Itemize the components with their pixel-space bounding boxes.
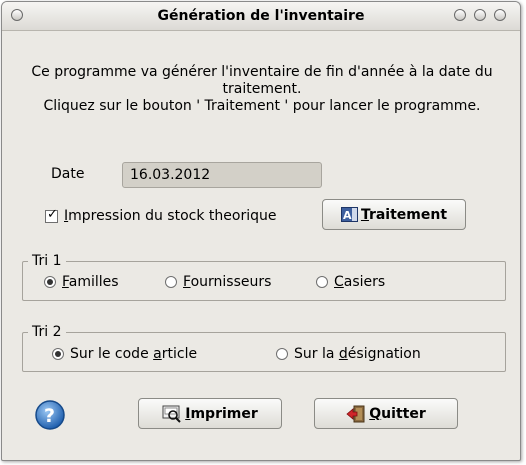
exit-door-icon bbox=[346, 405, 366, 423]
title-bar[interactable]: Génération de l'inventaire bbox=[2, 2, 520, 31]
form-letter-a-icon: A bbox=[340, 207, 358, 222]
date-field[interactable] bbox=[122, 162, 322, 188]
stock-checkbox-label: Impression du stock theorique bbox=[64, 208, 277, 224]
date-label: Date bbox=[51, 166, 85, 182]
checkmark-icon: ✓ bbox=[47, 206, 58, 222]
tri2-legend: Tri 2 bbox=[32, 324, 62, 340]
help-button[interactable]: ? bbox=[34, 399, 66, 431]
fournisseurs-label: Fournisseurs bbox=[183, 274, 272, 290]
casiers-radio[interactable] bbox=[316, 276, 328, 288]
traitement-button[interactable]: A Traitement bbox=[322, 199, 466, 230]
familles-radio[interactable] bbox=[44, 276, 56, 288]
print-preview-icon bbox=[162, 405, 182, 423]
code-article-label: Sur le code article bbox=[70, 346, 198, 362]
intro-line-2: Cliquez sur le bouton ' Traitement ' pou… bbox=[43, 98, 481, 114]
tri1-option-familles[interactable]: Familles bbox=[44, 274, 119, 290]
tri2-option-designation[interactable]: Sur la désignation bbox=[276, 346, 421, 362]
tri2-option-code-article[interactable]: Sur le code article bbox=[52, 346, 197, 362]
help-icon: ? bbox=[35, 400, 65, 430]
designation-label: Sur la désignation bbox=[294, 346, 421, 362]
close-button[interactable] bbox=[494, 9, 506, 21]
designation-radio[interactable] bbox=[276, 348, 288, 360]
svg-text:?: ? bbox=[44, 405, 55, 427]
inventory-window: Génération de l'inventaire Ce programme … bbox=[1, 1, 521, 461]
fournisseurs-radio[interactable] bbox=[165, 276, 177, 288]
tri1-option-fournisseurs[interactable]: Fournisseurs bbox=[165, 274, 271, 290]
tri1-legend: Tri 1 bbox=[32, 253, 62, 269]
quit-button[interactable]: Quitter bbox=[314, 398, 458, 429]
maximize-button[interactable] bbox=[474, 9, 486, 21]
stock-checkbox[interactable]: ✓ bbox=[45, 206, 58, 223]
casiers-label: Casiers bbox=[334, 274, 386, 290]
code-article-radio[interactable] bbox=[52, 348, 64, 360]
tri1-option-casiers[interactable]: Casiers bbox=[316, 274, 385, 290]
stock-checkbox-row[interactable]: ✓ Impression du stock theorique bbox=[45, 206, 277, 224]
minimize-button[interactable] bbox=[454, 9, 466, 21]
intro-text: Ce programme va générer l'inventaire de … bbox=[10, 64, 514, 115]
familles-label: Familles bbox=[62, 274, 119, 290]
svg-text:A: A bbox=[343, 209, 352, 222]
print-button[interactable]: Imprimer bbox=[138, 398, 282, 429]
intro-line-1: Ce programme va générer l'inventaire de … bbox=[31, 64, 493, 97]
window-title: Génération de l'inventaire bbox=[157, 8, 365, 24]
